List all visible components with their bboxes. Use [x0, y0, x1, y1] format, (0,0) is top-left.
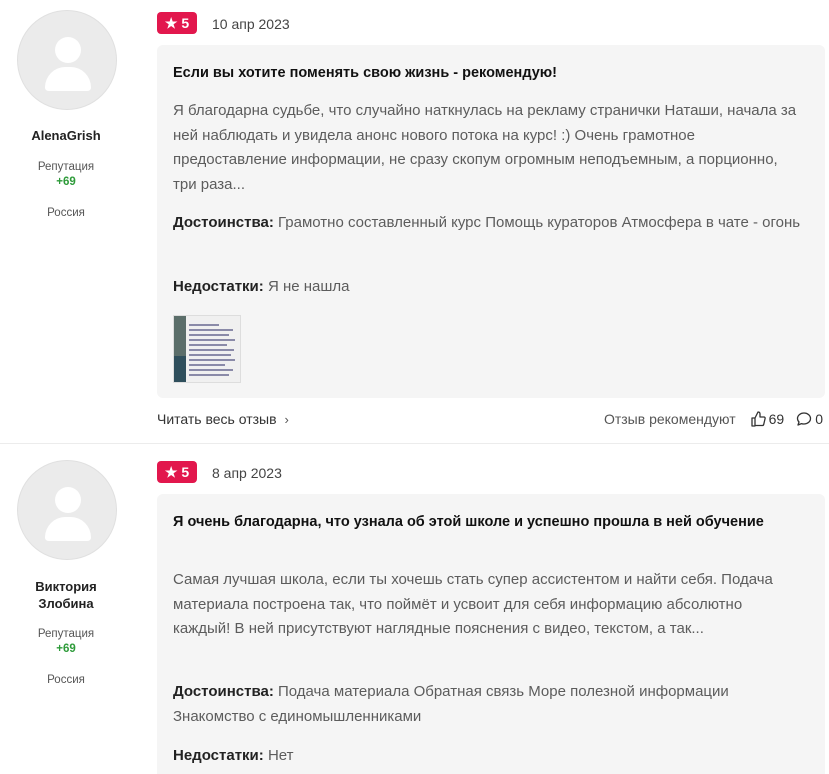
- comment-icon: [797, 412, 812, 426]
- review-date: 10 апр 2023: [212, 16, 290, 32]
- rating-value: 5: [181, 464, 190, 480]
- review-date: 8 апр 2023: [212, 465, 282, 481]
- pros-label: Достоинства:: [173, 683, 274, 700]
- star-icon: ★: [164, 464, 178, 480]
- recommend-label: Отзыв рекомендуют: [603, 411, 736, 427]
- review-title[interactable]: Я очень благодарна, что узнала об этой ш…: [173, 512, 805, 532]
- review-body: Если вы хотите поменять свою жизнь - рек…: [157, 45, 825, 398]
- like-button[interactable]: 69: [750, 411, 785, 427]
- rating-badge: ★ 5: [157, 461, 197, 483]
- review-title[interactable]: Если вы хотите поменять свою жизнь - рек…: [173, 63, 805, 83]
- rating-value: 5: [181, 15, 190, 31]
- pros-label: Достоинства:: [173, 214, 274, 231]
- review-cons: Недостатки: Я не нашла: [173, 275, 801, 300]
- comments-count: 0: [815, 411, 823, 427]
- avatar[interactable]: [17, 10, 117, 110]
- review-pros: Достоинства: Подача материала Обратная с…: [173, 680, 801, 729]
- likes-count: 69: [768, 411, 785, 427]
- comments-button[interactable]: 0: [796, 411, 823, 427]
- review-text: Я благодарна судьбе, что случайно наткну…: [173, 102, 797, 193]
- cons-label: Недостатки:: [173, 278, 264, 295]
- read-more-label: Читать весь отзыв: [157, 411, 277, 427]
- author-country: Россия: [47, 674, 85, 686]
- author-country: Россия: [47, 207, 85, 219]
- review-card: Виктория Злобина Репутация +69 Россия ★ …: [0, 449, 829, 774]
- cons-value: Нет: [267, 747, 294, 764]
- reputation-value: +69: [56, 176, 76, 188]
- read-full-review-link[interactable]: Читать весь отзыв ›: [157, 411, 289, 427]
- review-cons: Недостатки: Нет: [173, 744, 801, 769]
- author-name[interactable]: AlenaGrish: [0, 127, 132, 144]
- review-text: Самая лучшая школа, если ты хочешь стать…: [173, 571, 773, 637]
- cons-value: Я не нашла: [267, 278, 350, 295]
- pros-value: Грамотно составленный курс Помощь курато…: [278, 214, 801, 231]
- avatar[interactable]: [17, 460, 117, 560]
- reputation-label: Репутация: [37, 628, 95, 640]
- review-card: AlenaGrish Репутация +69 Россия ★ 5 10 а…: [0, 0, 829, 444]
- review-body: Я очень благодарна, что узнала об этой ш…: [157, 494, 825, 774]
- reputation-value: +69: [56, 643, 76, 655]
- reputation-label: Репутация: [37, 161, 95, 173]
- thumbs-up-icon: [750, 411, 766, 427]
- author-name[interactable]: Виктория Злобина: [0, 578, 132, 612]
- rating-badge: ★ 5: [157, 12, 197, 34]
- cons-label: Недостатки:: [173, 747, 264, 764]
- chevron-right-icon: ›: [284, 411, 289, 427]
- review-pros: Достоинства: Грамотно составленный курс …: [173, 211, 801, 236]
- review-photo-thumbnail[interactable]: [173, 315, 241, 383]
- star-icon: ★: [164, 15, 178, 31]
- review-recommend-bar: Отзыв рекомендуют 69 0: [604, 411, 823, 427]
